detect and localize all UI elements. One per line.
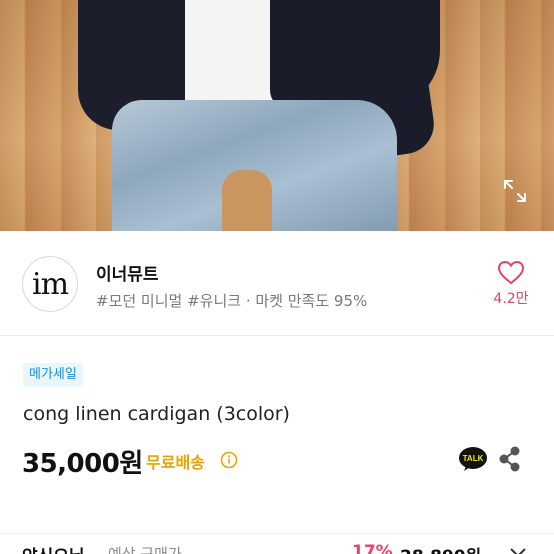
shop-info-row[interactable]: im 이너뮤트 #모던 미니멀 #유니크 · 마켓 만족도 95% 4.2만 [0,231,554,336]
info-icon[interactable] [220,451,238,469]
estimated-price-title: 얀신오닐 [22,542,85,554]
svg-text:TALK: TALK [463,454,484,463]
photo-jeans-gap [222,170,272,231]
shop-logo-text: im [31,266,69,302]
free-shipping-label: 무료배송 [146,453,205,472]
kakao-talk-icon[interactable]: TALK [458,446,488,472]
chevron-down-icon[interactable] [508,546,528,554]
product-title: cong linen cardigan (3color) [23,403,290,425]
like-count: 4.2만 [493,291,529,307]
discount-rate: 17% [352,542,393,554]
shop-name[interactable]: 이너뮤트 [96,260,159,285]
discounted-price: 28,890원 [400,542,481,554]
estimated-price-row[interactable]: 얀신오닐 예상 구매가 17% 28,890원 [0,533,554,554]
expand-icon[interactable] [500,176,530,206]
shop-logo[interactable]: im [22,256,78,312]
mega-sale-badge: 메가세일 [23,363,83,387]
shop-tags: #모던 미니멀 #유니크 · 마켓 만족도 95% [96,292,368,310]
share-icon[interactable] [498,446,522,472]
product-photo[interactable] [0,0,554,231]
heart-outline-icon[interactable] [496,258,526,288]
estimated-price-subtitle: 예상 구매가 [108,545,182,554]
product-price: 35,000원 [22,449,143,479]
